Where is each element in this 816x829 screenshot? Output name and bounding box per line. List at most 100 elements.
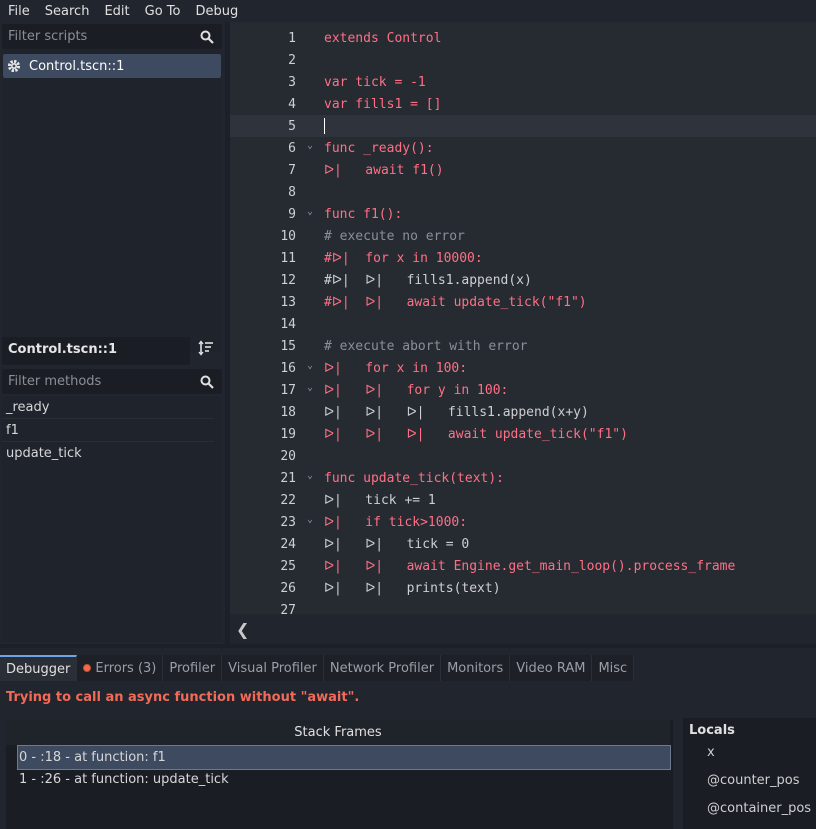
code-editor[interactable]: 1 extends Control 2 3 var tick = -1 4 var fill… — [230, 22, 816, 614]
fold-arrow-icon[interactable]: ⌄ — [307, 360, 313, 371]
search-icon[interactable] — [200, 30, 214, 48]
tab-video-ram[interactable]: Video RAM — [510, 655, 593, 681]
line-number: 22 — [280, 493, 296, 508]
line-number: 9 — [288, 207, 296, 222]
code-line[interactable]: 20 — [230, 445, 816, 467]
code-line[interactable]: 16 ⌄ ᐅ| for x in 100: — [230, 357, 816, 379]
code-text: func update_tick(text): — [324, 471, 505, 486]
search-icon[interactable] — [200, 375, 214, 393]
line-number: 23 — [280, 515, 296, 530]
code-line[interactable]: 2 — [230, 49, 816, 71]
line-number: 3 — [288, 75, 296, 90]
menu-file[interactable]: File — [8, 4, 30, 19]
code-text: func _ready(): — [324, 141, 434, 156]
code-line[interactable]: 24 ᐅ| ᐅ| tick = 0 — [230, 533, 816, 555]
tab-misc[interactable]: Misc — [592, 655, 635, 681]
line-number: 20 — [280, 449, 296, 464]
code-line[interactable]: 19 ᐅ| ᐅ| ᐅ| await update_tick("f1") — [230, 423, 816, 445]
method-item[interactable]: update_tick — [2, 442, 214, 465]
code-line[interactable]: 21 ⌄ func update_tick(text): — [230, 467, 816, 489]
code-text: ᐅ| if tick>1000: — [324, 515, 468, 530]
code-line[interactable]: 12 #ᐅ| ᐅ| fills1.append(x) — [230, 269, 816, 291]
line-number: 14 — [280, 317, 296, 332]
method-item[interactable]: f1 — [2, 419, 214, 442]
code-text: ᐅ| tick += 1 — [324, 493, 436, 508]
line-number: 8 — [288, 185, 296, 200]
code-line[interactable]: 3 var tick = -1 — [230, 71, 816, 93]
fold-arrow-icon[interactable]: ⌄ — [307, 514, 313, 525]
tab-monitors[interactable]: Monitors — [441, 655, 511, 681]
menu-debug[interactable]: Debug — [195, 4, 238, 19]
code-line[interactable]: 13 #ᐅ| ᐅ| await update_tick("f1") — [230, 291, 816, 313]
line-number: 21 — [280, 471, 296, 486]
tab-visual-profiler[interactable]: Visual Profiler — [222, 655, 324, 681]
tab-debugger[interactable]: Debugger — [0, 655, 78, 681]
code-line[interactable]: 22 ᐅ| tick += 1 — [230, 489, 816, 511]
code-line[interactable]: 10 # execute no error — [230, 225, 816, 247]
code-line[interactable]: 23 ⌄ ᐅ| if tick>1000: — [230, 511, 816, 533]
code-line[interactable]: 9 ⌄ func f1(): — [230, 203, 816, 225]
locals-panel: Locals x @counter_pos @container_pos — [683, 718, 816, 829]
code-line[interactable]: 8 — [230, 181, 816, 203]
code-line[interactable]: 25 ᐅ| ᐅ| await Engine.get_main_loop().pro… — [230, 555, 816, 577]
fold-arrow-icon[interactable]: ⌄ — [307, 206, 313, 217]
gear-icon — [7, 59, 21, 73]
script-item-control[interactable]: Control.tscn::1 — [3, 54, 221, 78]
method-item[interactable]: _ready — [2, 396, 214, 419]
scripts-list: Control.tscn::1 — [2, 50, 222, 352]
debugger-tabs: Debugger Errors (3) Profiler Visual Prof… — [0, 655, 635, 681]
line-number: 2 — [288, 53, 296, 68]
left-panel: Filter scripts Control.tscn::1 Control.t… — [0, 22, 225, 644]
code-line[interactable]: 26 ᐅ| ᐅ| prints(text) — [230, 577, 816, 599]
code-text: var fills1 = [] — [324, 97, 442, 112]
fold-arrow-icon[interactable]: ⌄ — [307, 470, 313, 481]
local-variable[interactable]: @container_pos — [707, 801, 811, 816]
line-number: 6 — [288, 141, 296, 156]
tab-errors[interactable]: Errors (3) — [77, 655, 164, 681]
code-line[interactable]: 14 — [230, 313, 816, 335]
code-line[interactable]: 6 ⌄ func _ready(): — [230, 137, 816, 159]
line-number: 19 — [280, 427, 296, 442]
code-text: func f1(): — [324, 207, 403, 222]
menu-goto[interactable]: Go To — [145, 4, 181, 19]
filter-scripts-input[interactable]: Filter scripts — [2, 24, 222, 49]
line-number: 17 — [280, 383, 296, 398]
menu-search[interactable]: Search — [45, 4, 90, 19]
local-variable[interactable]: @counter_pos — [707, 773, 800, 788]
code-line[interactable]: 15 # execute abort with error — [230, 335, 816, 357]
tab-network-profiler[interactable]: Network Profiler — [323, 655, 442, 681]
line-number: 18 — [280, 405, 296, 420]
code-line[interactable]: 4 var fills1 = [] — [230, 93, 816, 115]
code-line[interactable]: 18 ᐅ| ᐅ| ᐅ| fills1.append(x+y) — [230, 401, 816, 423]
current-script-label: Control.tscn::1 — [2, 337, 190, 365]
code-line[interactable]: 1 extends Control — [230, 27, 816, 49]
code-line[interactable]: 5 — [230, 115, 816, 137]
fold-arrow-icon[interactable]: ⌄ — [307, 140, 313, 151]
line-number: 10 — [280, 229, 296, 244]
stack-frames-header: Stack Frames — [6, 720, 670, 745]
sort-icon[interactable] — [198, 340, 214, 360]
code-text: var tick = -1 — [324, 75, 426, 90]
fold-arrow-icon[interactable]: ⌄ — [307, 382, 313, 393]
filter-methods-input[interactable]: Filter methods — [2, 369, 222, 394]
filter-scripts-placeholder: Filter scripts — [8, 29, 88, 44]
local-variable[interactable]: x — [707, 745, 715, 760]
error-message: Trying to call an async function without… — [6, 690, 360, 705]
stack-frame-row[interactable]: 1 - :26 - at function: update_tick — [18, 768, 670, 791]
code-line[interactable]: 17 ⌄ ᐅ| ᐅ| for y in 100: — [230, 379, 816, 401]
code-text: ᐅ| await f1() — [324, 163, 444, 178]
methods-list: _ready f1 update_tick — [2, 396, 222, 642]
stack-frame-row[interactable]: 0 - :18 - at function: f1 — [17, 745, 671, 770]
code-line[interactable]: 11 #ᐅ| for x in 10000: — [230, 247, 816, 269]
code-line[interactable]: 27 — [230, 599, 816, 614]
menu-edit[interactable]: Edit — [104, 4, 129, 19]
tab-profiler[interactable]: Profiler — [163, 655, 223, 681]
code-text: ᐅ| ᐅ| tick = 0 — [324, 537, 470, 552]
code-line[interactable]: 7 ᐅ| await f1() — [230, 159, 816, 181]
line-number: 24 — [280, 537, 296, 552]
code-text: #ᐅ| ᐅ| fills1.append(x) — [324, 273, 532, 288]
chevron-left-icon[interactable]: ❮ — [236, 620, 249, 639]
line-number: 27 — [280, 603, 296, 614]
code-text: ᐅ| ᐅ| await Engine.get_main_loop().proce… — [324, 559, 736, 574]
code-text: ᐅ| ᐅ| prints(text) — [324, 581, 501, 596]
